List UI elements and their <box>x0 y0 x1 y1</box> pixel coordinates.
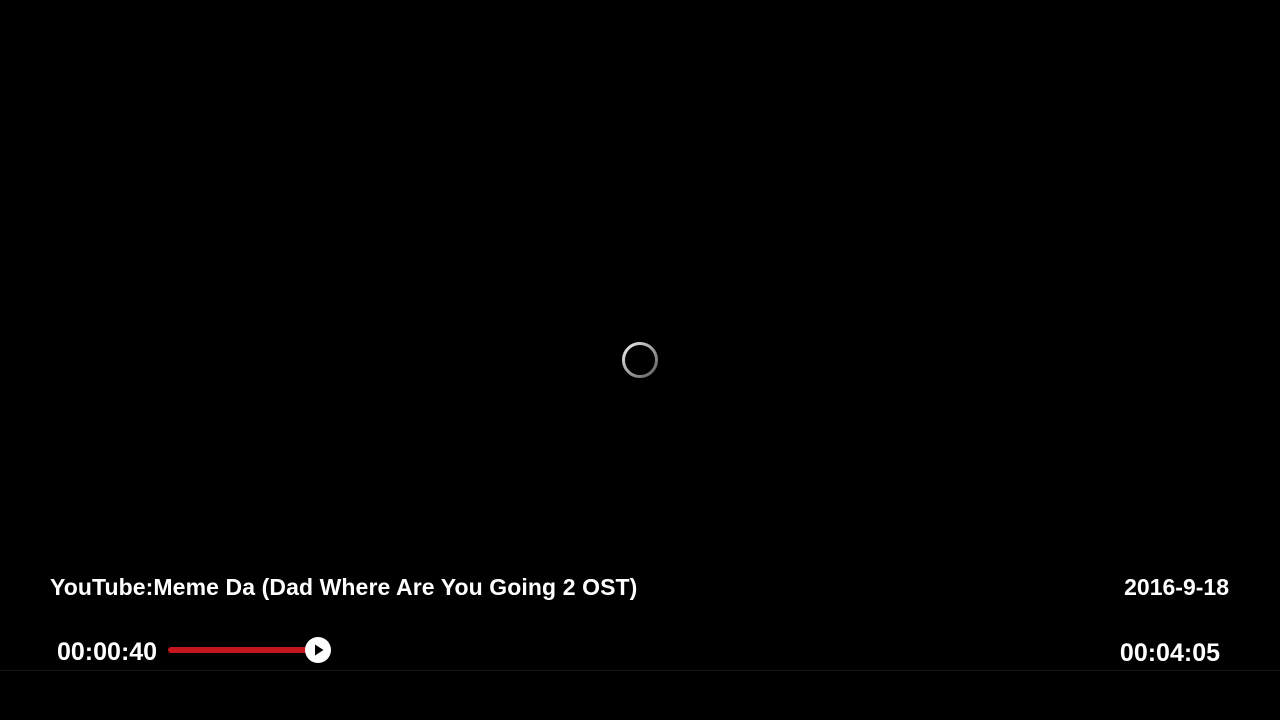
seek-bar[interactable] <box>168 637 1088 663</box>
video-title: YouTube:Meme Da (Dad Where Are You Going… <box>50 574 638 600</box>
loading-spinner-icon <box>621 341 659 379</box>
total-duration: 00:04:05 <box>1119 639 1220 667</box>
bottom-divider <box>0 670 1280 671</box>
video-date: 2016-9-18 <box>1124 574 1229 600</box>
video-player[interactable]: YouTube:Meme Da (Dad Where Are You Going… <box>0 0 1280 720</box>
current-time: 00:00:40 <box>57 638 158 666</box>
seek-bar-progress <box>168 647 318 653</box>
seek-thumb[interactable] <box>305 637 331 663</box>
play-icon <box>315 644 324 656</box>
